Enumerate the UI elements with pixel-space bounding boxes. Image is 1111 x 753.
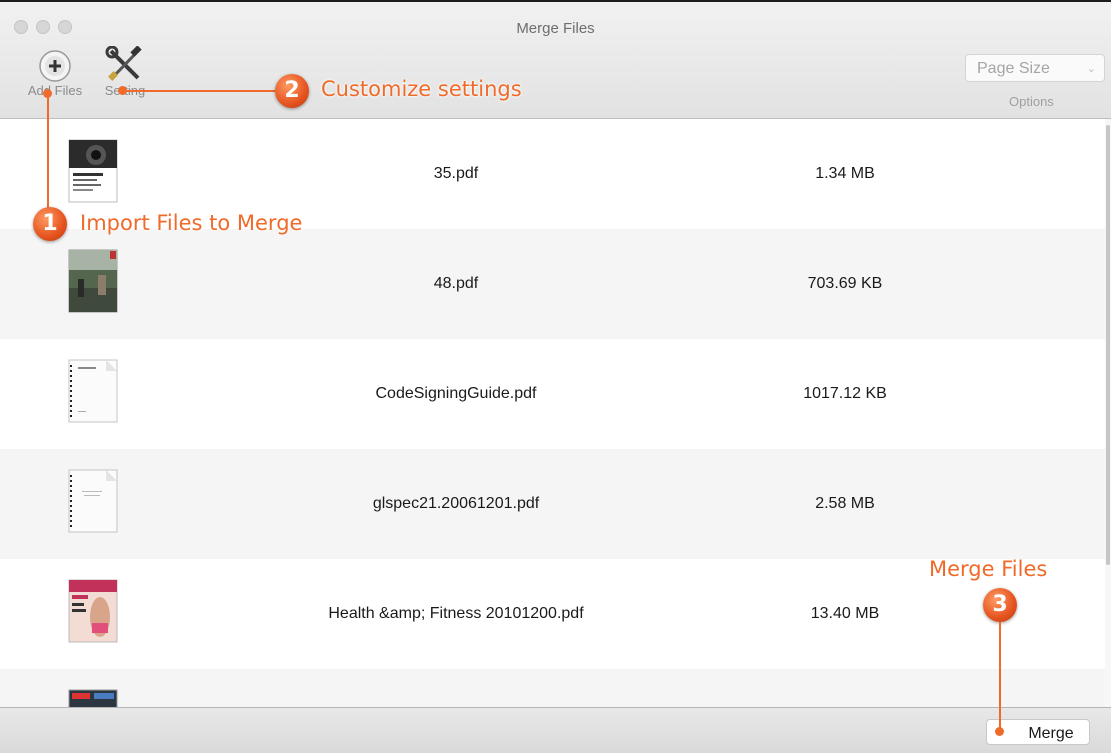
- merge-files-window: Merge Files Add Files Setting Page Size: [0, 0, 1111, 753]
- annotation-1-badge: 1: [33, 207, 67, 241]
- magazine-thumbnail-partial: [68, 689, 118, 707]
- document-page-thumbnail: [68, 469, 118, 533]
- page-size-select[interactable]: Page Size ⌄: [965, 54, 1105, 82]
- file-name: glspec21.20061201.pdf: [372, 495, 540, 512]
- titlebar-toolbar: Merge Files Add Files Setting Page Size: [0, 2, 1111, 119]
- annotation-3-badge: 3: [983, 588, 1017, 622]
- file-name: CodeSigningGuide.pdf: [375, 385, 537, 402]
- scrollbar-thumb[interactable]: [1106, 125, 1110, 565]
- bottom-bar: [0, 707, 1111, 753]
- file-row[interactable]: 48.pdf 703.69 KB: [0, 229, 1105, 339]
- annotation-2-badge: 2: [275, 74, 309, 108]
- options-label: Options: [1009, 94, 1054, 109]
- add-files-button[interactable]: Add Files: [20, 49, 90, 98]
- file-row[interactable]: CodeSigningGuide.pdf 1017.12 KB: [0, 339, 1105, 449]
- page-size-value: Page Size: [977, 60, 1050, 77]
- file-size: 703.69 KB: [807, 275, 883, 292]
- chevron-down-icon: ⌄: [1086, 63, 1096, 75]
- annotation-3-text: Merge Files: [929, 557, 1048, 581]
- annotation-2-leader-line: [123, 90, 275, 92]
- magazine-camera-thumbnail: [68, 139, 118, 203]
- file-name: Health &amp; Fitness 20101200.pdf: [328, 605, 584, 622]
- file-size: 13.40 MB: [810, 605, 880, 622]
- annotation-3-leader-line: [999, 622, 1001, 728]
- magazine-cover-thumbnail: [68, 579, 118, 643]
- file-name: 48.pdf: [433, 275, 479, 292]
- tools-wrench-screwdriver-icon: [105, 46, 142, 81]
- annotation-1-text: Import Files to Merge: [80, 211, 303, 235]
- annotation-3-anchor-dot: [995, 727, 1004, 736]
- add-plus-icon: [39, 50, 71, 82]
- photo-street-thumbnail: [68, 249, 118, 313]
- annotation-2-text: Customize settings: [321, 77, 522, 101]
- file-size: 2.58 MB: [815, 495, 875, 512]
- annotation-1-leader-line: [47, 94, 49, 209]
- add-files-label: Add Files: [27, 83, 83, 98]
- window-title: Merge Files: [516, 20, 595, 37]
- document-page-thumbnail: [68, 359, 118, 423]
- file-row[interactable]: [0, 669, 1105, 707]
- file-size: 1.34 MB: [815, 165, 875, 182]
- file-name: 35.pdf: [433, 165, 479, 182]
- file-row[interactable]: glspec21.20061201.pdf 2.58 MB: [0, 449, 1105, 559]
- file-list: 35.pdf 1.34 MB 48.pdf 703.69 KB CodeSign…: [0, 119, 1105, 707]
- file-size: 1017.12 KB: [803, 385, 887, 402]
